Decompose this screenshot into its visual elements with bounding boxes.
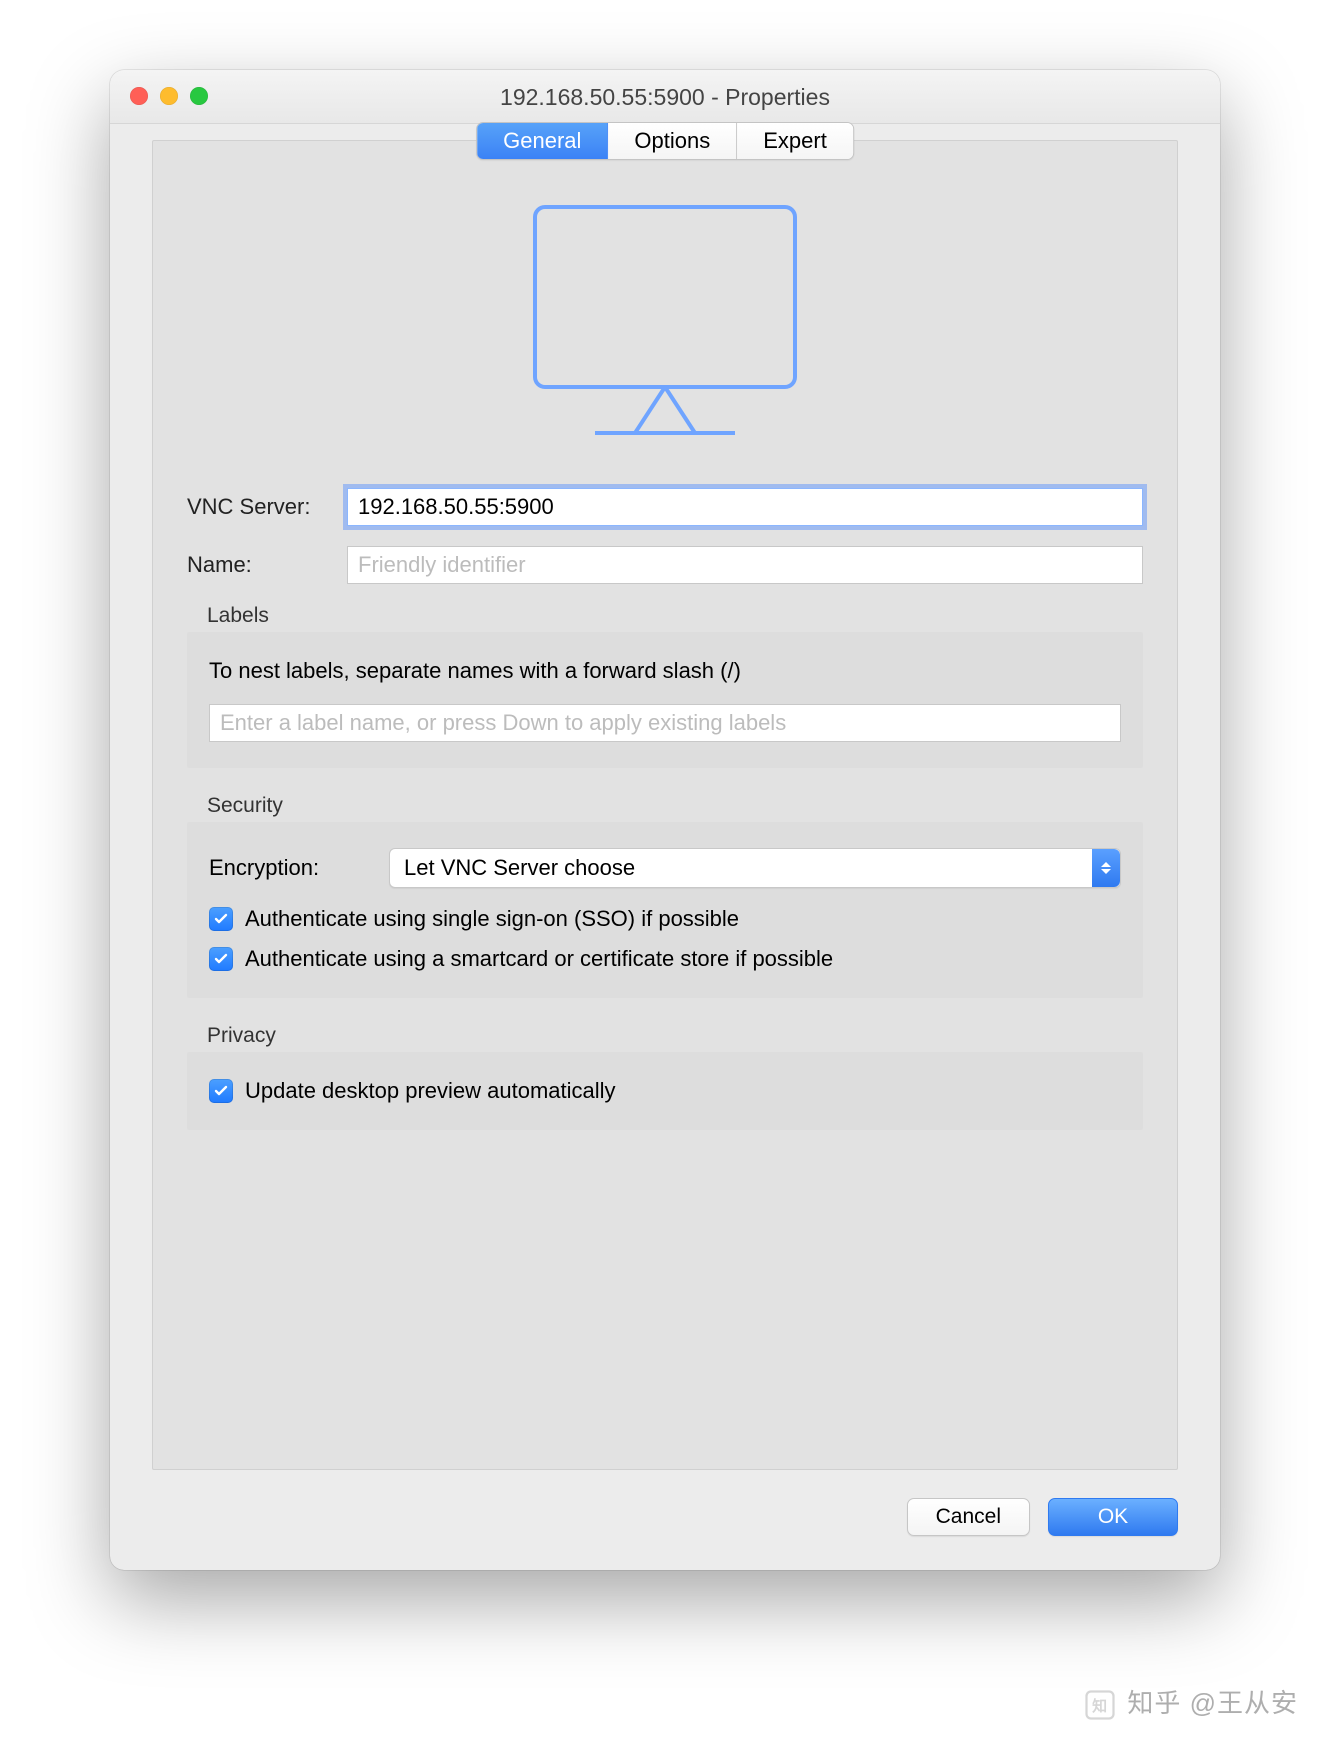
monitor-icon bbox=[525, 201, 805, 441]
smartcard-checkbox-row[interactable]: Authenticate using a smartcard or certif… bbox=[209, 946, 1121, 972]
svg-text:知: 知 bbox=[1092, 1697, 1108, 1715]
watermark: 知 知乎 @王从安 bbox=[1085, 1683, 1298, 1720]
window-title: 192.168.50.55:5900 - Properties bbox=[110, 70, 1220, 124]
encryption-value: Let VNC Server choose bbox=[404, 855, 635, 881]
checkbox-checked-icon bbox=[209, 947, 233, 971]
updown-icon bbox=[1092, 849, 1120, 887]
labels-input[interactable] bbox=[209, 704, 1121, 742]
titlebar: 192.168.50.55:5900 - Properties bbox=[110, 70, 1220, 124]
smartcard-label: Authenticate using a smartcard or certif… bbox=[245, 946, 833, 972]
ok-button[interactable]: OK bbox=[1048, 1498, 1178, 1536]
labels-heading: Labels bbox=[207, 604, 1143, 628]
privacy-group: Update desktop preview automatically bbox=[187, 1052, 1143, 1130]
update-preview-checkbox-row[interactable]: Update desktop preview automatically bbox=[209, 1078, 1121, 1104]
labels-group: To nest labels, separate names with a fo… bbox=[187, 632, 1143, 768]
sso-label: Authenticate using single sign-on (SSO) … bbox=[245, 906, 739, 932]
tab-expert[interactable]: Expert bbox=[737, 123, 853, 159]
cancel-button[interactable]: Cancel bbox=[907, 1498, 1030, 1536]
encryption-select[interactable]: Let VNC Server choose bbox=[389, 848, 1121, 888]
properties-window: 192.168.50.55:5900 - Properties General … bbox=[110, 70, 1220, 1570]
checkbox-checked-icon bbox=[209, 907, 233, 931]
tab-options[interactable]: Options bbox=[608, 123, 737, 159]
checkbox-checked-icon bbox=[209, 1079, 233, 1103]
encryption-label: Encryption: bbox=[209, 855, 389, 881]
watermark-text: 知乎 @王从安 bbox=[1127, 1688, 1298, 1718]
content-panel: General Options Expert VNC Server: Name: bbox=[152, 140, 1178, 1470]
update-preview-label: Update desktop preview automatically bbox=[245, 1078, 616, 1104]
vnc-server-label: VNC Server: bbox=[187, 494, 347, 520]
minimize-icon[interactable] bbox=[160, 87, 178, 105]
zhihu-icon: 知 bbox=[1085, 1690, 1115, 1720]
security-heading: Security bbox=[207, 794, 1143, 818]
tab-general[interactable]: General bbox=[477, 123, 608, 159]
privacy-heading: Privacy bbox=[207, 1024, 1143, 1048]
labels-hint: To nest labels, separate names with a fo… bbox=[209, 658, 1121, 684]
vnc-server-input[interactable] bbox=[347, 488, 1143, 526]
footer-buttons: Cancel OK bbox=[907, 1498, 1178, 1536]
zoom-icon[interactable] bbox=[190, 87, 208, 105]
sso-checkbox-row[interactable]: Authenticate using single sign-on (SSO) … bbox=[209, 906, 1121, 932]
window-controls bbox=[130, 87, 208, 105]
name-input[interactable] bbox=[347, 546, 1143, 584]
monitor-illustration bbox=[187, 201, 1143, 446]
security-group: Encryption: Let VNC Server choose Authen… bbox=[187, 822, 1143, 998]
name-label: Name: bbox=[187, 552, 347, 578]
tab-bar: General Options Expert bbox=[476, 122, 854, 160]
close-icon[interactable] bbox=[130, 87, 148, 105]
